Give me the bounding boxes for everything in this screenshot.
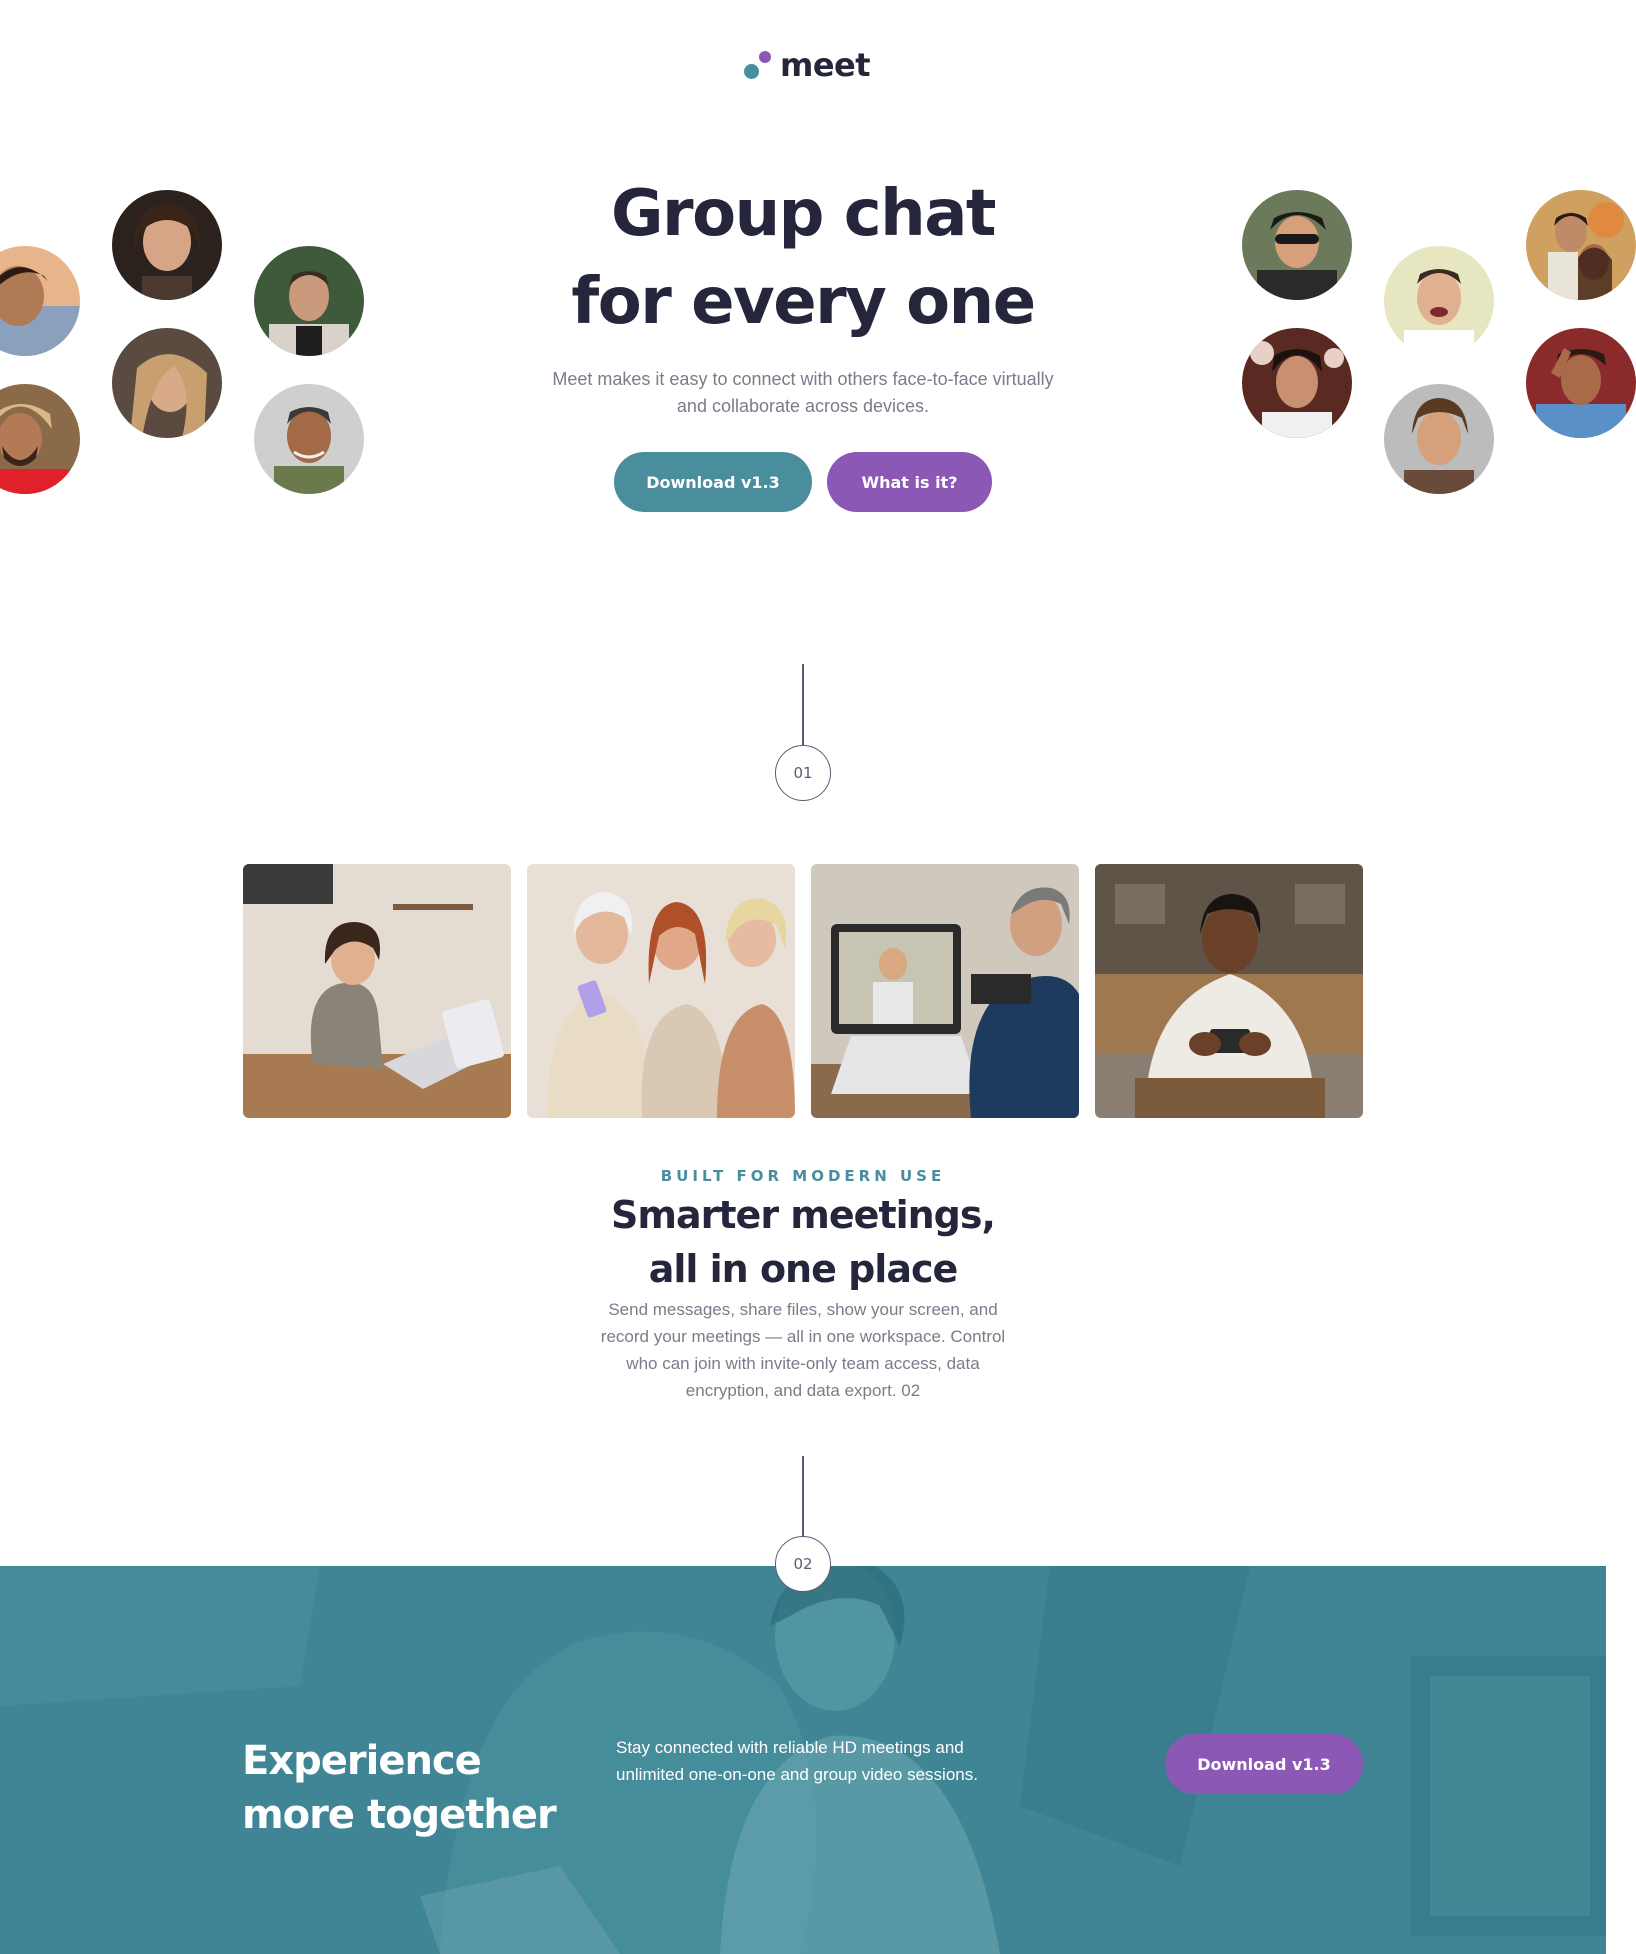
logo-dot-purple — [759, 51, 771, 63]
avatar-left-6 — [0, 384, 80, 494]
brand-name: meet — [780, 46, 871, 84]
hero-title-line1: Group chat — [611, 177, 997, 251]
cta-download-button[interactable]: Download v1.3 — [1165, 1734, 1363, 1794]
step-badge-01: 01 — [775, 745, 831, 801]
feature-photo-seniors-phone — [527, 864, 795, 1118]
avatar-left-5 — [254, 384, 364, 494]
cta-banner: Experience more together Stay connected … — [0, 1566, 1606, 1954]
brand-logo[interactable]: meet — [742, 46, 882, 86]
hero-title: Group chat for every one — [0, 170, 1606, 346]
step-badge-02: 02 — [775, 1536, 831, 1592]
feature-photo-video-call — [811, 864, 1079, 1118]
hero-subtitle: Meet makes it easy to connect with other… — [552, 369, 1054, 416]
what-is-it-button[interactable]: What is it? — [827, 452, 992, 512]
download-button[interactable]: Download v1.3 — [614, 452, 812, 512]
cta-title: Experience more together — [242, 1738, 557, 1838]
feature-photo-woman-laptop — [243, 864, 511, 1118]
hero-title-line2: for every one — [571, 265, 1036, 339]
step-connector-line — [802, 664, 804, 745]
features-title: Smarter meetings, all in one place — [611, 1193, 996, 1291]
cta-description: Stay connected with reliable HD meetings… — [616, 1738, 978, 1784]
feature-photo-man-phone — [1095, 864, 1363, 1118]
avatar-right-5 — [1384, 384, 1494, 494]
page-edge — [1606, 1566, 1636, 1954]
step-connector-line-2 — [802, 1456, 804, 1536]
features-eyebrow: BUILT FOR MODERN USE — [660, 1167, 946, 1185]
features-description: Send messages, share files, show your sc… — [600, 1300, 1006, 1400]
logo-dot-teal — [744, 64, 759, 79]
